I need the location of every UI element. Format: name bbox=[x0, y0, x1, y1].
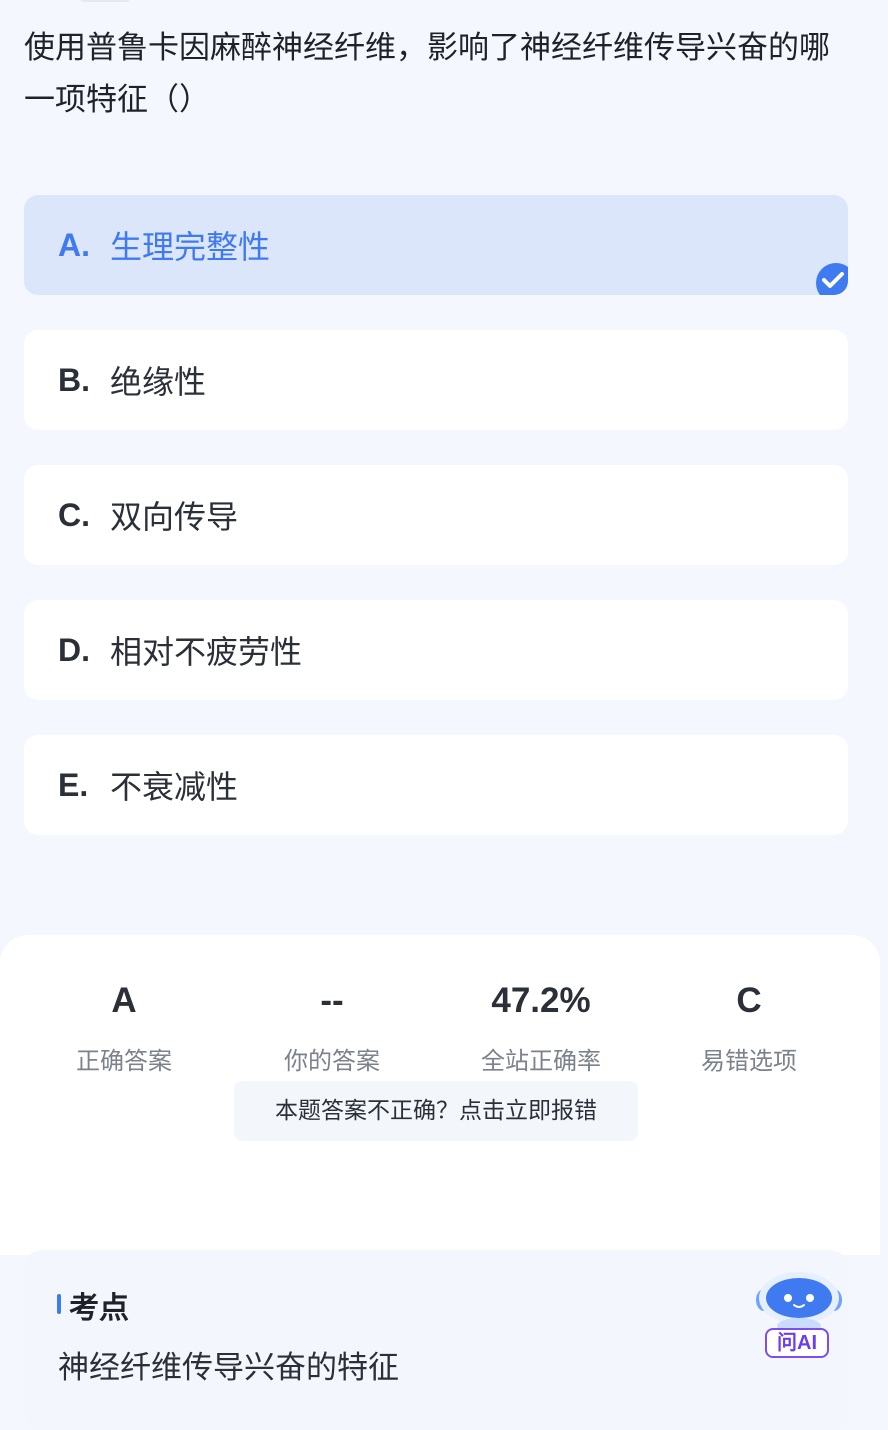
option-c[interactable]: C. 双向传导 bbox=[24, 465, 848, 565]
top-tab-indicator bbox=[80, 0, 130, 2]
option-text: 相对不疲劳性 bbox=[110, 633, 303, 671]
stat-site-accuracy: 47.2% 全站正确率 bbox=[441, 979, 641, 1076]
stat-label: 你的答案 bbox=[284, 1047, 380, 1075]
key-point-card: 考点 神经纤维传导兴奋的特征 问AI bbox=[24, 1250, 848, 1430]
option-text: 不衰减性 bbox=[110, 768, 239, 806]
answer-stats-card: A 正确答案 -- 你的答案 47.2% 全站正确率 C 易错选项 本题答案不正… bbox=[0, 935, 880, 1255]
option-text: 生理完整性 bbox=[110, 228, 271, 266]
question-text: 使用普鲁卡因麻醉神经纤维，影响了神经纤维传导兴奋的哪一项特征（） bbox=[24, 30, 830, 118]
option-b[interactable]: B. 绝缘性 bbox=[24, 330, 848, 430]
option-letter: A. bbox=[58, 226, 90, 263]
option-letter: E. bbox=[58, 766, 89, 803]
ask-ai-button[interactable]: 问AI bbox=[750, 1272, 850, 1367]
check-icon bbox=[816, 263, 848, 295]
stat-label: 易错选项 bbox=[701, 1047, 797, 1075]
report-error-button[interactable]: 本题答案不正确？点击立即报错 bbox=[234, 1081, 638, 1141]
stat-label: 正确答案 bbox=[76, 1047, 172, 1075]
stat-common-wrong: C 易错选项 bbox=[649, 979, 849, 1076]
option-e[interactable]: E. 不衰减性 bbox=[24, 735, 848, 835]
option-text: 双向传导 bbox=[110, 498, 239, 536]
stat-label: 全站正确率 bbox=[481, 1047, 601, 1075]
ask-ai-label: 问AI bbox=[765, 1328, 829, 1358]
option-a[interactable]: A. 生理完整性 bbox=[24, 195, 848, 295]
title-accent-bar bbox=[57, 1294, 61, 1314]
option-text: 绝缘性 bbox=[110, 363, 207, 401]
stat-value: -- bbox=[320, 981, 344, 1020]
option-letter: C. bbox=[58, 496, 90, 533]
stat-your-answer: -- 你的答案 bbox=[232, 979, 432, 1076]
option-d[interactable]: D. 相对不疲劳性 bbox=[24, 600, 848, 700]
stat-correct-answer: A 正确答案 bbox=[24, 979, 224, 1076]
key-point-title: 考点 bbox=[69, 1291, 129, 1326]
stat-value: A bbox=[111, 981, 137, 1020]
option-letter: B. bbox=[58, 361, 90, 398]
key-point-content: 神经纤维传导兴奋的特征 bbox=[58, 1350, 399, 1386]
option-letter: D. bbox=[58, 631, 90, 668]
stat-value: 47.2% bbox=[491, 981, 591, 1020]
stat-value: C bbox=[736, 981, 762, 1020]
